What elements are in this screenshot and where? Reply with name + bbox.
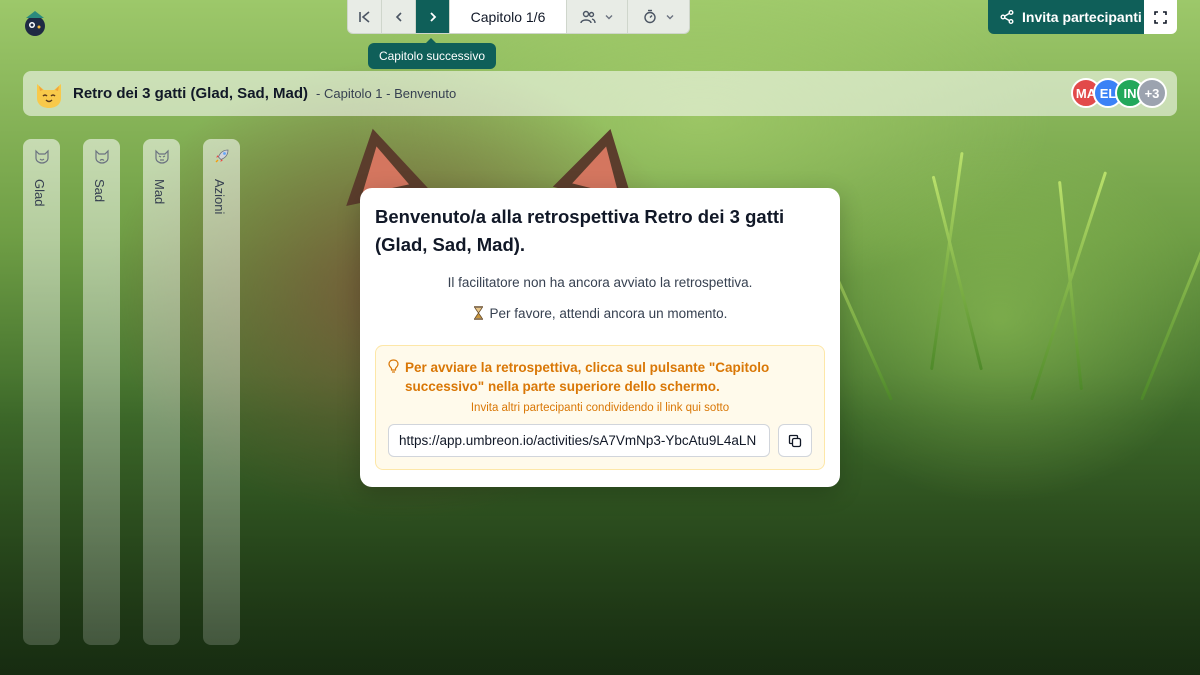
wait-message: Per favore, attendi ancora un momento.: [375, 306, 825, 323]
share-link-row: [388, 424, 812, 457]
users-icon: [580, 10, 596, 23]
first-chapter-button[interactable]: [348, 0, 382, 33]
next-chapter-button[interactable]: [416, 0, 450, 33]
stopwatch-icon: [643, 9, 656, 24]
retro-header: Retro dei 3 gatti (Glad, Sad, Mad) - Cap…: [23, 71, 1177, 116]
invite-participants-button[interactable]: Invita partecipanti: [988, 0, 1144, 34]
chevron-right-icon: [429, 11, 436, 22]
column-mad[interactable]: Mad: [143, 139, 180, 645]
app-logo[interactable]: [20, 8, 50, 38]
column-label: Sad: [92, 179, 107, 203]
previous-chapter-button[interactable]: [382, 0, 416, 33]
participants-dropdown[interactable]: [567, 0, 628, 33]
share-link-input[interactable]: [388, 424, 771, 457]
copy-link-button[interactable]: [778, 424, 812, 457]
grass-blade: [1140, 158, 1200, 401]
welcome-modal: Benvenuto/a alla retrospettiva Retro dei…: [360, 188, 840, 487]
chevron-down-icon: [666, 14, 673, 19]
lightbulb-icon: [388, 359, 399, 396]
share-icon: [1000, 10, 1014, 24]
more-avatars-badge[interactable]: +3: [1137, 78, 1167, 108]
column-sad[interactable]: Sad: [83, 139, 120, 645]
retro-title: Retro dei 3 gatti (Glad, Sad, Mad): [73, 85, 309, 102]
fullscreen-button[interactable]: [1144, 0, 1177, 34]
start-hint-box: Per avviare la retrospettiva, clicca sul…: [375, 345, 825, 470]
chevron-down-icon: [605, 14, 613, 19]
timer-dropdown[interactable]: [628, 0, 689, 33]
copy-icon: [788, 434, 802, 447]
rocket-icon: [211, 145, 232, 166]
chapter-toolbar: Capitolo 1/6: [347, 0, 690, 34]
chapter-indicator[interactable]: Capitolo 1/6: [450, 0, 567, 33]
column-label: Mad: [152, 179, 167, 205]
invite-label: Invita partecipanti: [1022, 9, 1142, 25]
next-chapter-tooltip: Capitolo successivo: [368, 38, 496, 69]
chevron-left-icon: [395, 11, 402, 22]
fullscreen-icon: [1154, 10, 1167, 24]
chapter-subtitle: - Capitolo 1 - Benvenuto: [316, 86, 457, 101]
hourglass-icon: [473, 306, 484, 323]
cat-face-icon: [33, 78, 65, 110]
smile-cat-icon: [31, 145, 52, 166]
column-azioni[interactable]: Azioni: [203, 139, 240, 645]
modal-title: Benvenuto/a alla retrospettiva Retro dei…: [375, 206, 785, 255]
column-label: Azioni: [212, 179, 227, 215]
facilitator-status-text: Il facilitatore non ha ancora avviato la…: [447, 275, 753, 290]
start-hint: Per avviare la retrospettiva, clicca sul…: [388, 358, 812, 396]
sad-cat-icon: [91, 145, 112, 166]
participant-avatars[interactable]: MA EL IN +3: [1071, 78, 1167, 108]
invite-hint-text: Invita altri partecipanti condividendo i…: [470, 402, 730, 414]
angry-cat-icon: [151, 145, 172, 166]
skip-back-icon: [358, 10, 370, 23]
column-glad[interactable]: Glad: [23, 139, 60, 645]
grass-blade: [1058, 180, 1083, 391]
start-hint-text: Per avviare la retrospettiva, clicca sul…: [405, 360, 770, 394]
column-label: Glad: [32, 179, 47, 207]
wait-text: Per favore, attendi ancora un momento.: [489, 306, 728, 321]
grass-blade: [931, 175, 983, 371]
